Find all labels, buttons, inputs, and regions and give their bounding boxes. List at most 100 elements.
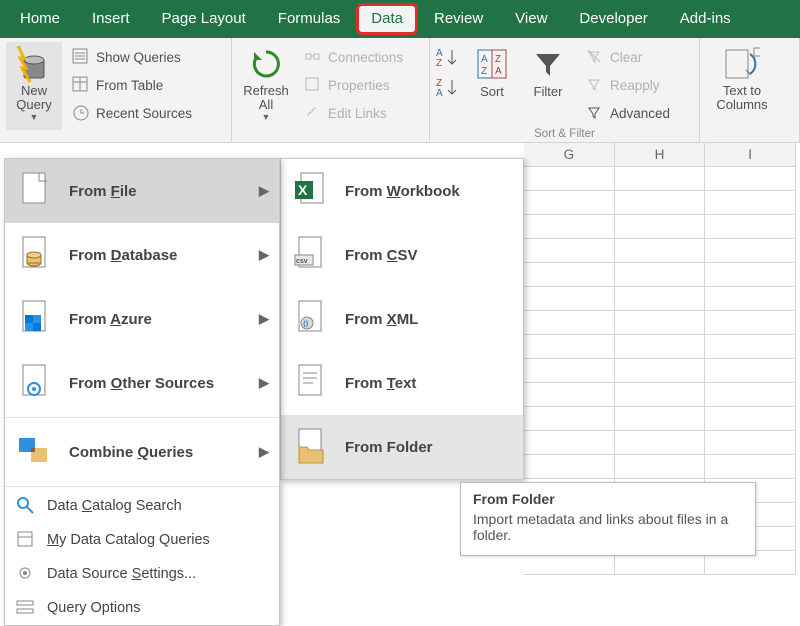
sort-icon: AZZA [474,44,510,84]
properties-icon [304,76,322,94]
tooltip-title: From Folder [473,491,743,507]
menu-data-catalog-search[interactable]: Data Catalog Search [5,489,279,523]
edit-links-button[interactable]: Edit Links [298,100,409,126]
chevron-right-icon: ▶ [259,311,269,327]
database-icon [17,235,53,275]
columns-icon [724,44,760,84]
tab-data[interactable]: Data [356,3,418,35]
group-connections: Refresh All ▼ Connections Properties Edi… [232,38,430,142]
menu-from-azure[interactable]: From Azure ▶ [5,287,279,351]
show-queries-button[interactable]: Show Queries [66,44,198,70]
submenu-from-text[interactable]: From Text [281,351,523,415]
menu-from-database[interactable]: From Database ▶ [5,223,279,287]
csv-file-icon: csv [293,235,329,275]
tooltip-body: Import metadata and links about files in… [473,511,743,543]
tab-formulas[interactable]: Formulas [262,0,357,38]
clock-icon [72,104,90,122]
link-icon [304,104,322,122]
text-to-columns-button[interactable]: Text to Columns [706,42,778,130]
group-label-sort-filter: Sort & Filter [430,128,699,140]
tab-home[interactable]: Home [4,0,76,38]
group-data-tools: Text to Columns [700,38,800,142]
azure-icon [17,299,53,339]
menu-my-data-catalog[interactable]: My Data Catalog Queries [5,523,279,557]
tab-review[interactable]: Review [418,0,499,38]
tab-addins[interactable]: Add-ins [664,0,747,38]
refresh-icon [248,44,284,84]
tab-insert[interactable]: Insert [76,0,146,38]
chevron-down-icon: ▼ [262,112,271,122]
clear-icon [586,48,604,66]
svg-text:X: X [298,182,308,198]
refresh-all-button[interactable]: Refresh All ▼ [238,42,294,130]
catalog-icon [15,529,37,551]
recent-sources-button[interactable]: Recent Sources [66,100,198,126]
menu-combine-queries[interactable]: Combine Queries ▶ [5,420,279,484]
new-query-label: New Query [6,84,62,112]
chevron-right-icon: ▶ [259,444,269,460]
col-header-h[interactable]: H [615,143,706,167]
submenu-from-folder[interactable]: From Folder [281,415,523,479]
svg-text:Z: Z [495,54,501,65]
svg-text:Z: Z [436,58,442,69]
funnel-icon [530,44,566,84]
sort-desc-icon[interactable]: ZA [436,76,460,100]
column-headers: G H I [524,143,796,167]
text-file-icon [293,363,329,403]
tab-page-layout[interactable]: Page Layout [146,0,262,38]
clear-button[interactable]: Clear [580,44,676,70]
query-bolt-icon [16,44,52,84]
svg-text:⟨⟩: ⟨⟩ [303,320,309,328]
menu-query-options[interactable]: Query Options [5,591,279,625]
chevron-down-icon: ▼ [30,112,39,122]
filter-button[interactable]: Filter [520,42,576,130]
folder-icon [293,427,329,467]
group-sort-filter: AZ ZA AZZA Sort Filter Clear Reapply [430,38,700,142]
table-icon [72,76,90,94]
combine-icon [17,432,53,472]
sort-asc-icon[interactable]: AZ [436,46,460,70]
ribbon-tab-bar: Home Insert Page Layout Formulas Data Re… [0,0,800,38]
tab-view[interactable]: View [499,0,563,38]
svg-text:A: A [495,66,502,77]
group-get-transform: New Query ▼ Show Queries From Table Rece… [0,38,232,142]
ribbon: New Query ▼ Show Queries From Table Rece… [0,38,800,143]
submenu-from-workbook[interactable]: X From Workbook [281,159,523,223]
chevron-right-icon: ▶ [259,247,269,263]
options-icon [15,597,37,619]
menu-data-source-settings[interactable]: Data Source Settings... [5,557,279,591]
search-icon [15,495,37,517]
menu-from-other-sources[interactable]: From Other Sources ▶ [5,351,279,415]
menu-from-file[interactable]: From File ▶ [5,159,279,223]
sort-button[interactable]: AZZA Sort [464,42,520,130]
tab-developer[interactable]: Developer [563,0,663,38]
advanced-filter-icon [586,104,604,122]
file-icon [17,171,53,211]
col-header-i[interactable]: I [705,143,796,167]
new-query-menu: From File ▶ From Database ▶ From Azure ▶… [4,158,280,626]
reapply-icon [586,76,604,94]
col-header-g[interactable]: G [524,143,615,167]
properties-button[interactable]: Properties [298,72,409,98]
connections-icon [304,48,322,66]
other-sources-icon [17,363,53,403]
submenu-from-csv[interactable]: csv From CSV [281,223,523,287]
svg-text:csv: csv [296,258,308,265]
connections-button[interactable]: Connections [298,44,409,70]
chevron-right-icon: ▶ [259,375,269,391]
svg-text:A: A [436,88,443,99]
gear-icon [15,563,37,585]
xml-file-icon: ⟨⟩ [293,299,329,339]
submenu-from-xml[interactable]: ⟨⟩ From XML [281,287,523,351]
from-file-submenu: X From Workbook csv From CSV ⟨⟩ From XML… [280,158,524,480]
advanced-button[interactable]: Advanced [580,100,676,126]
svg-text:Z: Z [481,66,487,77]
reapply-button[interactable]: Reapply [580,72,676,98]
list-icon [72,48,90,66]
excel-file-icon: X [293,171,329,211]
tooltip-from-folder: From Folder Import metadata and links ab… [460,482,756,556]
chevron-right-icon: ▶ [259,183,269,199]
new-query-button[interactable]: New Query ▼ [6,42,62,130]
svg-text:A: A [481,54,488,65]
from-table-button[interactable]: From Table [66,72,198,98]
